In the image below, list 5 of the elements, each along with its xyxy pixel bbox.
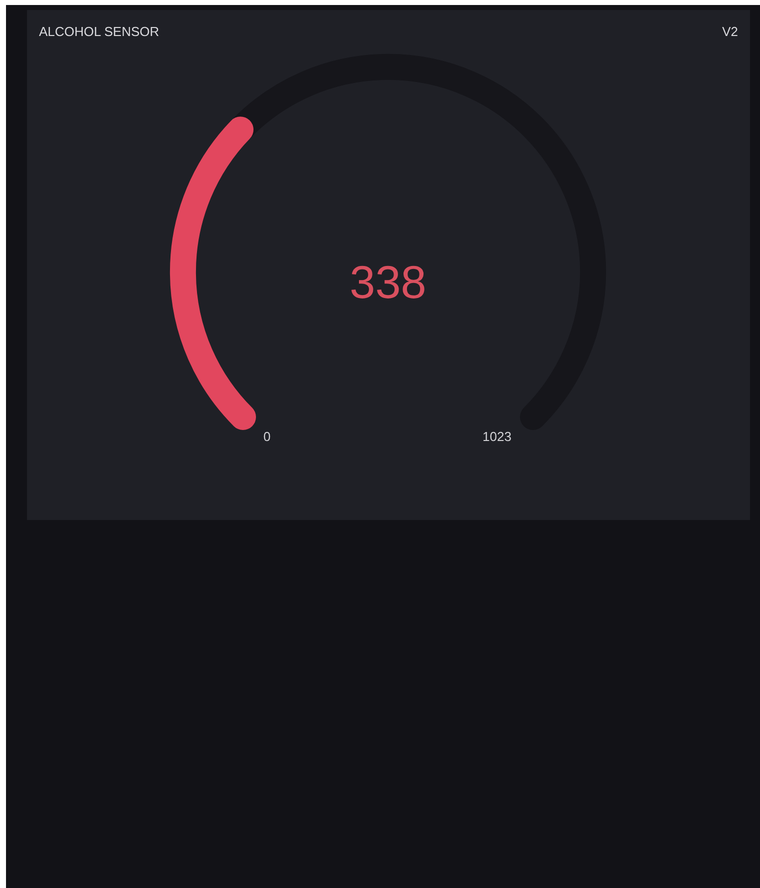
gauge-value: 338 — [350, 256, 426, 308]
min-label: 0 — [263, 429, 271, 444]
pin-label: V2 — [722, 23, 738, 41]
max-label: 1023 — [482, 429, 512, 444]
widget-title: ALCOHOL SENSOR — [39, 23, 160, 41]
